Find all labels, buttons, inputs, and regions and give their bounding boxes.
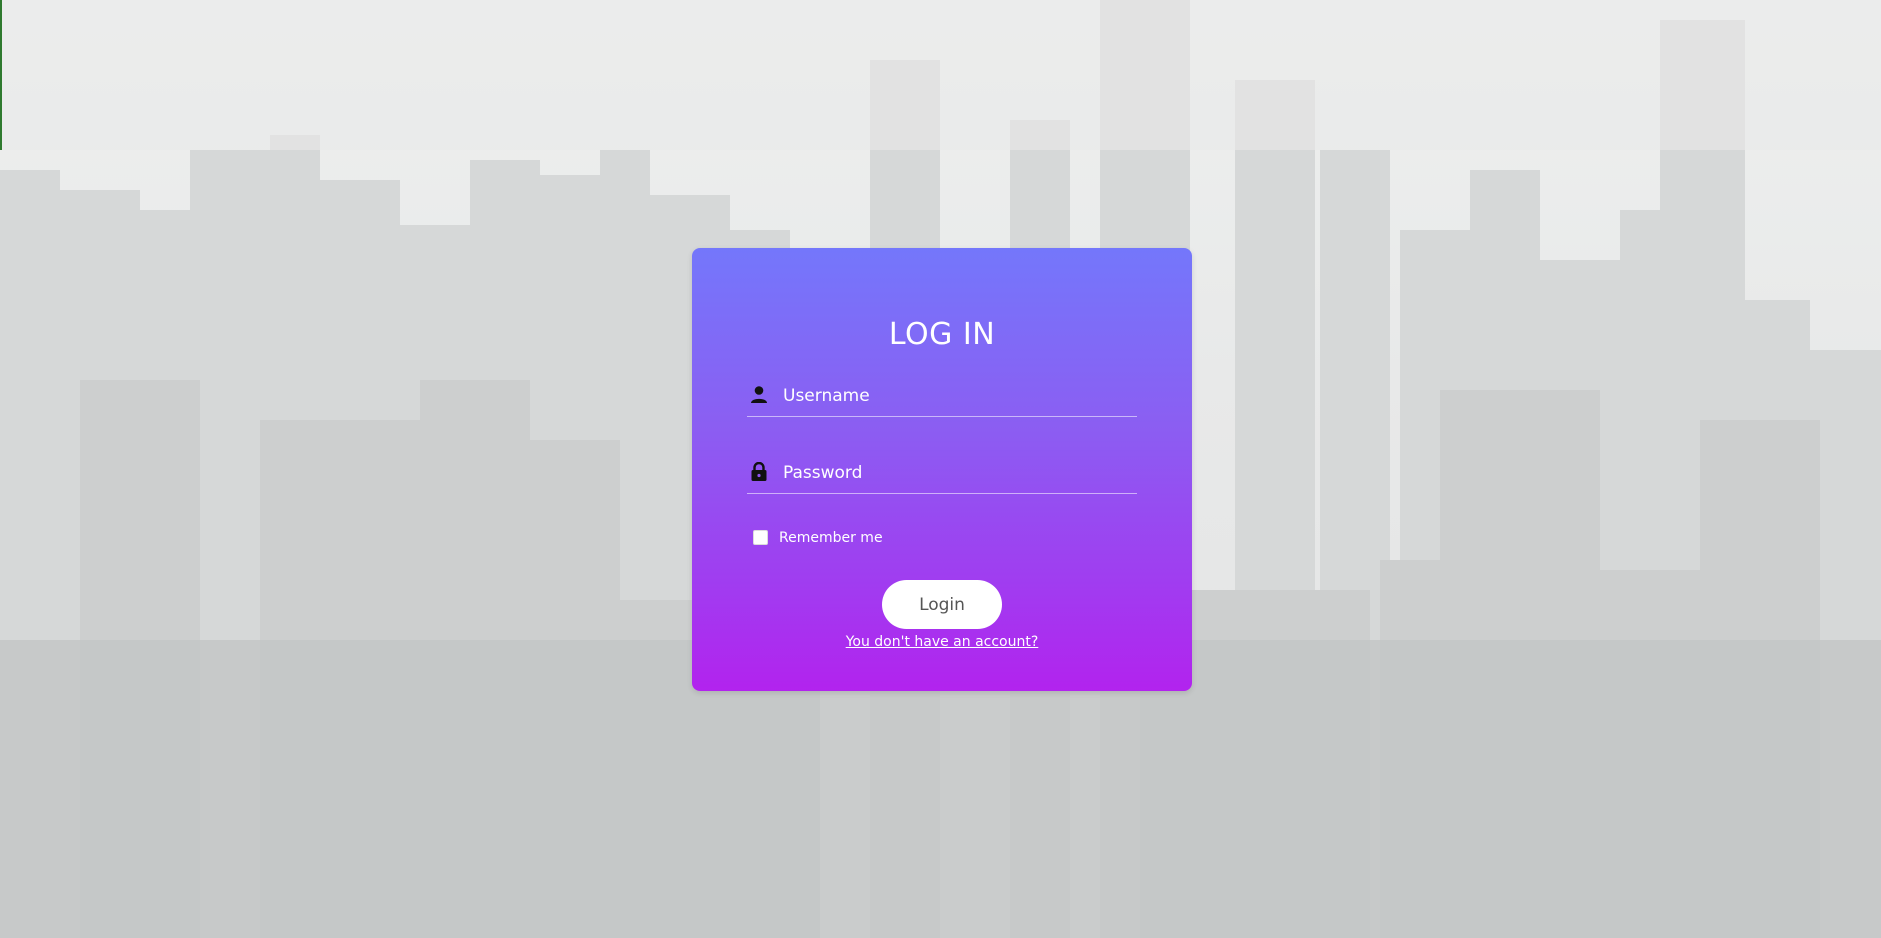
password-field xyxy=(747,453,1137,494)
signup-link[interactable]: You don't have an account? xyxy=(692,634,1192,650)
login-card: LOG IN Remember me xyxy=(692,248,1192,691)
lock-icon xyxy=(750,461,768,482)
login-button[interactable]: Login xyxy=(882,580,1002,629)
login-title: LOG IN xyxy=(888,317,996,352)
remember-me-checkbox[interactable] xyxy=(753,530,768,545)
username-input[interactable] xyxy=(783,376,1133,416)
remember-me-label: Remember me xyxy=(779,530,883,546)
username-field xyxy=(747,376,1137,417)
left-edge-line xyxy=(0,0,2,150)
person-icon xyxy=(750,385,768,405)
login-page: LOG IN Remember me xyxy=(0,0,1881,938)
password-input[interactable] xyxy=(783,453,1133,493)
